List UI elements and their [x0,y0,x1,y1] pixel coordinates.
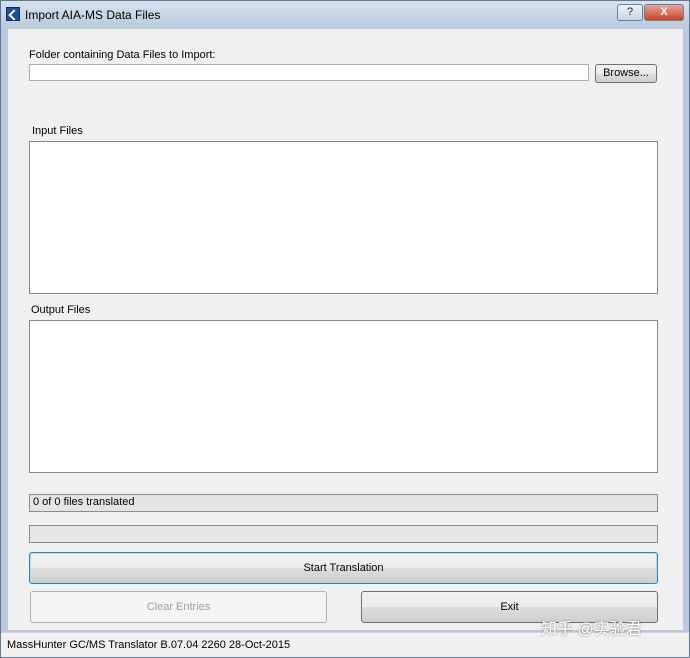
watermark-text: 知乎 @实验君 [541,621,642,638]
input-files-list[interactable] [29,141,658,294]
close-button[interactable]: X [644,4,684,21]
translation-progress-bar [29,525,658,543]
window-title: Import AIA-MS Data Files [25,8,161,22]
dialog-window: Import AIA-MS Data Files ? X Folder cont… [0,0,690,658]
folder-label: Folder containing Data Files to Import: [29,49,216,61]
input-files-label: Input Files [32,125,83,137]
version-text: MassHunter GC/MS Translator B.07.04 2260… [7,639,291,651]
output-files-label: Output Files [31,304,91,316]
browse-button[interactable]: Browse... [595,64,657,83]
translation-status-text: 0 of 0 files translated [33,496,135,508]
start-translation-button[interactable]: Start Translation [29,552,658,584]
folder-path-input[interactable] [29,64,589,81]
translation-status-box: 0 of 0 files translated [29,494,658,512]
app-icon [6,7,20,21]
title-bar[interactable]: Import AIA-MS Data Files ? X [1,1,689,29]
clear-entries-button[interactable]: Clear Entries [30,591,327,623]
help-button[interactable]: ? [617,4,643,21]
output-files-list[interactable] [29,320,658,473]
dialog-body: Folder containing Data Files to Import: … [8,29,683,630]
